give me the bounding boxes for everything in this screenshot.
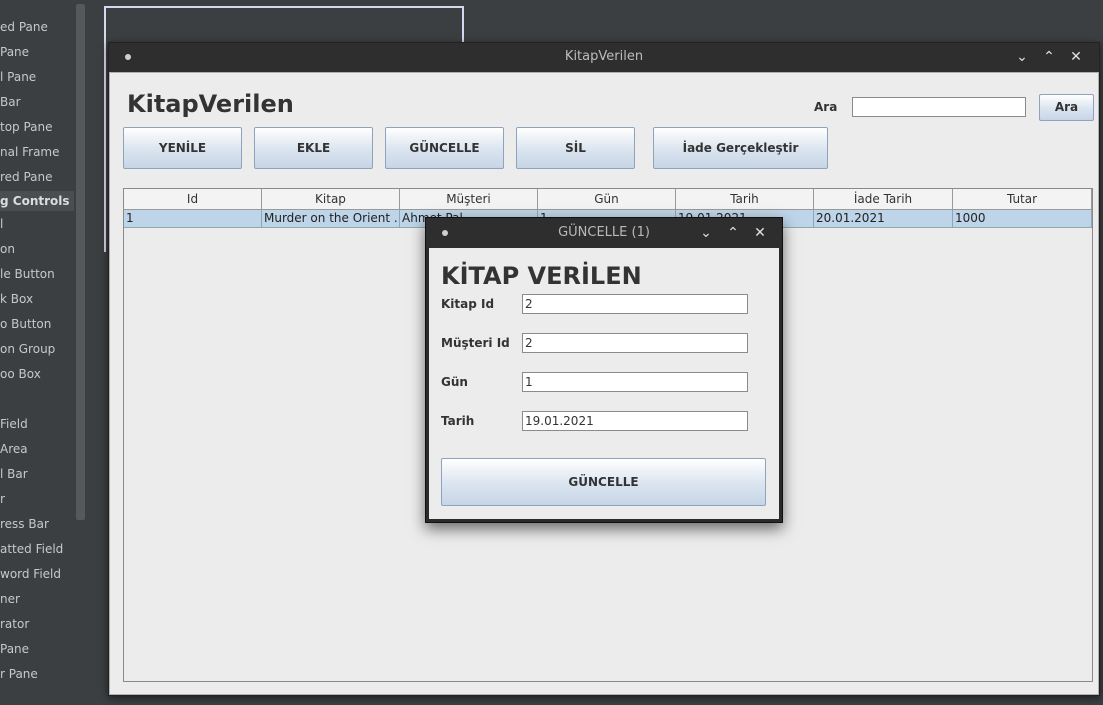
close-icon[interactable]: ✕ bbox=[751, 223, 769, 243]
palette-item[interactable]: on Group bbox=[0, 339, 55, 359]
kitap-id-label: Kitap Id bbox=[441, 297, 495, 311]
palette-item[interactable]: le Button bbox=[0, 264, 55, 284]
palette-item[interactable]: Pane bbox=[0, 42, 29, 62]
palette-item[interactable]: Area bbox=[0, 439, 28, 459]
table-cell: Murder on the Orient ... bbox=[264, 210, 400, 227]
palette-item[interactable]: ress Bar bbox=[0, 514, 49, 534]
gun-field[interactable]: 1 bbox=[522, 372, 748, 392]
column-header-musteri[interactable]: Müşteri bbox=[400, 189, 538, 209]
palette-item[interactable]: ed Pane bbox=[0, 17, 48, 37]
musteri-id-label: Müşteri Id bbox=[441, 336, 510, 350]
palette-item[interactable]: oo Box bbox=[0, 364, 41, 384]
palette-item[interactable]: Bar bbox=[0, 92, 21, 112]
musteri-id-field[interactable]: 2 bbox=[522, 333, 748, 353]
add-button[interactable]: EKLE bbox=[254, 127, 373, 169]
minimize-icon[interactable]: ⌄ bbox=[1013, 47, 1031, 67]
palette-item[interactable]: rator bbox=[0, 614, 29, 634]
palette-scrollbar[interactable] bbox=[76, 4, 85, 520]
palette-item[interactable]: o Button bbox=[0, 314, 51, 334]
table-cell: 1000 bbox=[953, 210, 1092, 227]
palette-item[interactable]: l bbox=[0, 214, 3, 234]
page-title: KitapVerilen bbox=[127, 90, 294, 118]
dialog-heading: KİTAP VERİLEN bbox=[441, 262, 642, 290]
palette-item[interactable]: word Field bbox=[0, 564, 61, 584]
palette-item[interactable]: l Bar bbox=[0, 464, 28, 484]
window-titlebar[interactable]: KitapVerilen ⌄ ⌃ ✕ bbox=[109, 43, 1099, 72]
table-cell: 1 bbox=[124, 210, 262, 227]
update-dialog: GÜNCELLE (1) ⌄ ⌃ ✕ KİTAP VERİLEN Kitap I… bbox=[425, 217, 783, 523]
window-title: KitapVerilen bbox=[564, 49, 644, 64]
palette-item[interactable]: Pane bbox=[0, 639, 29, 659]
table-header: Id Kitap Müşteri Gün Tarih İade Tarih Tu… bbox=[124, 189, 1092, 210]
palette-item[interactable]: r bbox=[0, 489, 5, 509]
palette-item[interactable]: nal Frame bbox=[0, 142, 60, 162]
component-palette: ed Pane Pane l Pane Bar top Pane nal Fra… bbox=[0, 0, 89, 705]
table-cell: 20.01.2021 bbox=[814, 210, 953, 227]
palette-item[interactable]: top Pane bbox=[0, 117, 53, 137]
palette-item[interactable]: Field bbox=[0, 414, 28, 434]
search-input[interactable] bbox=[852, 97, 1026, 117]
close-icon[interactable]: ✕ bbox=[1067, 47, 1085, 67]
return-book-button[interactable]: İade Gerçekleştir bbox=[653, 127, 828, 169]
palette-item[interactable]: ner bbox=[0, 589, 20, 609]
gun-label: Gün bbox=[441, 375, 468, 389]
search-label: Ara bbox=[814, 100, 838, 114]
column-header-tarih[interactable]: Tarih bbox=[676, 189, 814, 209]
update-button[interactable]: GÜNCELLE bbox=[385, 127, 504, 169]
tarih-label: Tarih bbox=[441, 414, 475, 428]
palette-item[interactable]: red Pane bbox=[0, 167, 53, 187]
maximize-icon[interactable]: ⌃ bbox=[724, 223, 742, 243]
palette-item[interactable]: atted Field bbox=[0, 539, 63, 559]
column-header-gun[interactable]: Gün bbox=[538, 189, 676, 209]
maximize-icon[interactable]: ⌃ bbox=[1040, 47, 1058, 67]
column-header-id[interactable]: Id bbox=[124, 189, 262, 209]
palette-item[interactable]: r Pane bbox=[0, 664, 38, 684]
dialog-update-button[interactable]: GÜNCELLE bbox=[441, 458, 766, 506]
delete-button[interactable]: SİL bbox=[516, 127, 635, 169]
palette-category-swing-controls[interactable]: g Controls bbox=[0, 191, 74, 211]
dialog-titlebar[interactable]: GÜNCELLE (1) ⌄ ⌃ ✕ bbox=[426, 218, 782, 248]
palette-item[interactable]: l Pane bbox=[0, 67, 36, 87]
palette-item[interactable]: on bbox=[0, 239, 15, 259]
tarih-field[interactable]: 19.01.2021 bbox=[522, 411, 748, 431]
column-header-tutar[interactable]: Tutar bbox=[953, 189, 1092, 209]
column-header-iade-tarih[interactable]: İade Tarih bbox=[814, 189, 953, 209]
palette-item[interactable]: k Box bbox=[0, 289, 33, 309]
refresh-button[interactable]: YENİLE bbox=[123, 127, 242, 169]
column-header-kitap[interactable]: Kitap bbox=[262, 189, 400, 209]
kitap-id-field[interactable]: 2 bbox=[522, 294, 748, 314]
minimize-icon[interactable]: ⌄ bbox=[697, 223, 715, 243]
search-button[interactable]: Ara bbox=[1039, 94, 1094, 121]
